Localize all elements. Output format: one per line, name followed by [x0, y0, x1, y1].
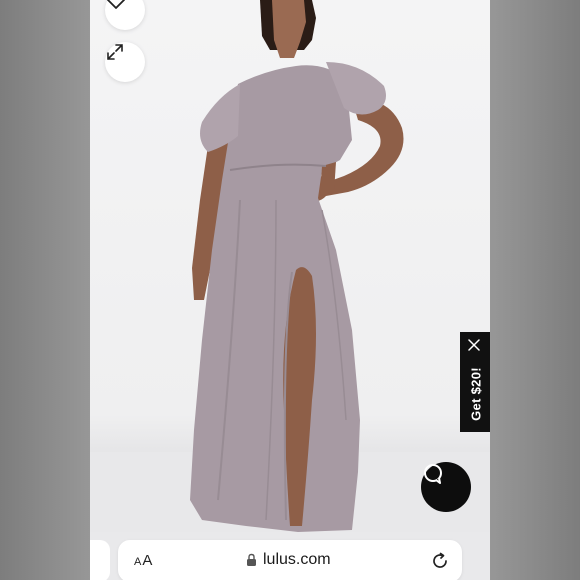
backdrop-right: [490, 0, 580, 580]
address-bar[interactable]: A A lulus.com: [118, 540, 462, 580]
expand-arrows-icon: [107, 44, 123, 60]
reload-icon: [433, 552, 447, 568]
close-icon: [468, 339, 480, 351]
text-size-button[interactable]: A A: [134, 552, 152, 569]
product-image[interactable]: Get $20!: [90, 0, 490, 532]
chat-button[interactable]: [421, 462, 471, 512]
heart-icon: [106, 0, 126, 9]
expand-image-button[interactable]: [105, 42, 145, 82]
model-photo: [90, 0, 490, 532]
url-display[interactable]: lulus.com: [246, 551, 331, 569]
promo-label: Get $20!: [468, 367, 484, 421]
lock-icon: [247, 553, 256, 566]
screenshot-frame: Get $20! A A lulus.com: [0, 0, 580, 580]
url-text: lulus.com: [263, 551, 331, 568]
backdrop-left: [0, 0, 90, 580]
reload-button[interactable]: [430, 551, 450, 571]
phone-screen: Get $20! A A lulus.com: [90, 0, 490, 580]
chat-bubble-icon: [424, 464, 442, 484]
previous-tab-edge[interactable]: [90, 540, 110, 580]
text-size-large-label: A: [142, 552, 153, 569]
browser-toolbar: A A lulus.com: [90, 532, 490, 580]
promo-close-button[interactable]: [468, 339, 482, 353]
promo-tab[interactable]: Get $20!: [460, 332, 490, 432]
text-size-small-label: A: [134, 556, 142, 568]
